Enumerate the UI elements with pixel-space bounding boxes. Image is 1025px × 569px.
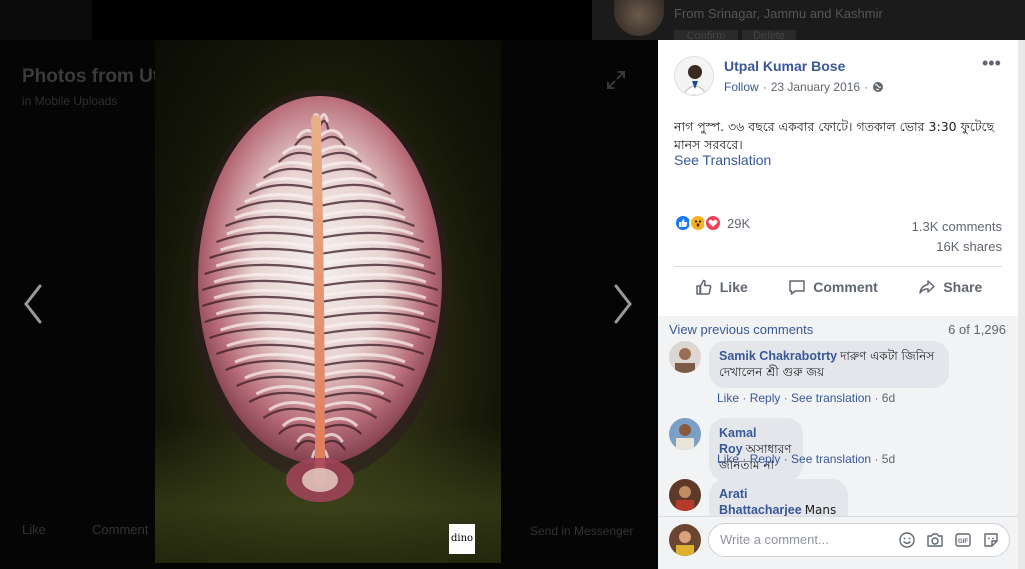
post-meta: Follow · 23 January 2016 · [724, 80, 884, 94]
like-button[interactable]: Like [694, 277, 748, 297]
share-icon [919, 280, 936, 294]
post-text: নাগ পুস্প. ৩৬ বছরে একবার ফোটে। গতকাল ভোর… [674, 119, 995, 152]
like-button-label: Like [719, 279, 748, 295]
comment-reply-link[interactable]: Reply [750, 452, 781, 466]
view-previous-comments-link[interactable]: View previous comments [669, 322, 813, 337]
comment-reply-link[interactable]: Reply [750, 391, 781, 405]
globe-icon [873, 82, 884, 92]
thumbs-up-icon [696, 279, 712, 295]
meta-separator: · [762, 80, 767, 94]
post-stats: 1.3K comments 16K shares [912, 217, 1002, 257]
current-user-avatar[interactable] [669, 524, 701, 556]
facebook-photo-viewer: From Srinagar, Jammu and Kashmir Confirm… [0, 0, 1025, 569]
reaction-count: 29K [727, 215, 751, 231]
commenter-name[interactable]: Samik Chakrabotrty [719, 349, 837, 363]
comment-see-translation-link[interactable]: See translation [791, 452, 871, 466]
commenter-avatar[interactable] [669, 479, 701, 511]
photo-theater: Photos from Utpal Kumar Bose's post in M… [0, 40, 658, 569]
comments-pagination-count: 6 of 1,296 [948, 322, 1006, 337]
theater-subtitle: in Mobile Uploads [22, 94, 118, 108]
author-name[interactable]: Utpal Kumar Bose [724, 58, 845, 74]
post-panel: Utpal Kumar Bose Follow · 23 January 201… [658, 40, 1018, 569]
emoji-icon[interactable] [898, 531, 916, 549]
follow-link[interactable]: Follow [724, 80, 759, 94]
post-date[interactable]: 23 January 2016 [771, 80, 860, 94]
comment-like-link[interactable]: Like [717, 391, 739, 405]
expand-icon[interactable] [604, 68, 628, 92]
shares-count[interactable]: 16K shares [912, 237, 1002, 257]
comment-button-label: Comment [813, 279, 878, 295]
reactions-summary[interactable]: 29K [674, 214, 750, 232]
share-button[interactable]: Share [917, 277, 982, 297]
comments-count[interactable]: 1.3K comments [912, 217, 1002, 237]
gif-icon[interactable]: GIF [954, 531, 972, 549]
previous-photo-button[interactable] [18, 280, 48, 328]
comment-meta: Like · Reply · See translation · 6d [717, 391, 896, 405]
comment-button[interactable]: Comment [787, 277, 878, 297]
post-actions: Like Comment Share [674, 272, 1002, 302]
theater-footer: Like Comment Send in Messenger [0, 516, 658, 544]
comment-see-translation-link[interactable]: See translation [791, 391, 871, 405]
meta-separator-2: · [864, 80, 869, 94]
comment-meta: Like · Reply · See translation · 5d [717, 452, 896, 466]
composer-icons: GIF [898, 531, 1000, 549]
share-button-label: Share [943, 279, 983, 295]
author-avatar[interactable] [674, 56, 714, 96]
comment-like-link[interactable]: Like [717, 452, 739, 466]
theater-comment-button[interactable]: Comment [92, 522, 148, 537]
next-photo-button[interactable] [608, 280, 638, 328]
svg-text:GIF: GIF [958, 539, 968, 545]
comment-icon [789, 280, 806, 295]
sea-pen-image [190, 90, 450, 502]
see-translation-link[interactable]: See Translation [674, 152, 771, 168]
commenter-avatar[interactable] [669, 418, 701, 450]
comment-composer: Write a comment... GIF [658, 516, 1018, 569]
commenter-name[interactable]: Arati Bhattacharjee [719, 487, 802, 517]
post-photo[interactable]: dino [155, 40, 501, 563]
theater-like-button[interactable]: Like [22, 522, 46, 537]
camera-icon[interactable] [926, 531, 944, 549]
background-location-text: From Srinagar, Jammu and Kashmir [674, 6, 883, 21]
sticker-icon[interactable] [982, 531, 1000, 549]
comment-bubble: Kamal Roy অসাধারণ জানতাম না [709, 418, 804, 481]
divider-top [674, 266, 1002, 267]
panel-scrollbar[interactable] [1018, 40, 1025, 569]
more-options-icon[interactable]: ••• [982, 54, 1002, 74]
commenter-avatar[interactable] [669, 341, 701, 373]
comment-time[interactable]: 6d [882, 391, 895, 405]
theater-send-messenger-button[interactable]: Send in Messenger [530, 524, 633, 538]
author-avatar-image [675, 57, 713, 95]
background-feed [92, 0, 592, 40]
comment-time[interactable]: 5d [882, 452, 895, 466]
love-reaction-icon [704, 214, 722, 232]
comment-bubble: Samik Chakrabotrty দারুণ একটা জিনিস দেখাল… [709, 341, 949, 388]
